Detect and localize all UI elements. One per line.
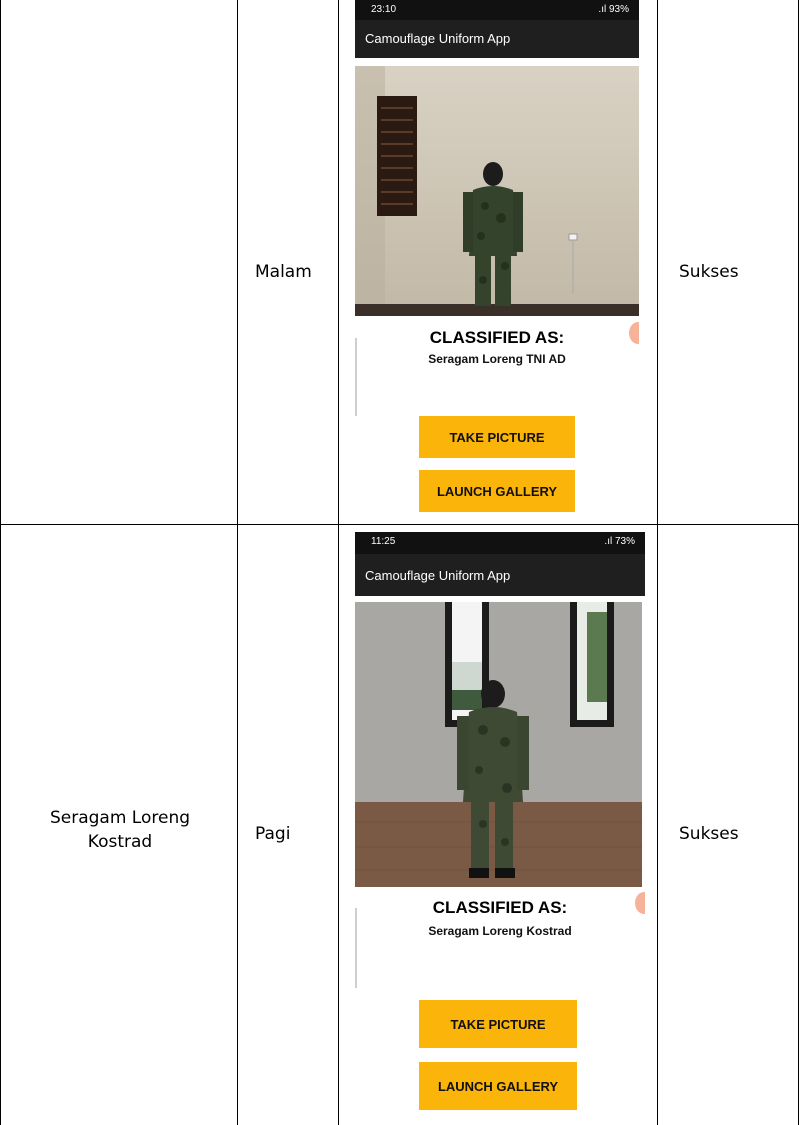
row1-app-screenshot: 23:10 .ıl 93% Camouflage Uniform App CLA… [355,0,639,520]
status-time: 23:10 [371,4,397,15]
classified-label: CLASSIFIED AS: [432,898,568,917]
app-bar: Camouflage Uniform App [355,20,639,58]
row1-result: Sukses [679,262,739,282]
status-battery: .ıl 93% [598,4,629,15]
app-title: Camouflage Uniform App [365,568,511,583]
app-title: Camouflage Uniform App [365,31,511,46]
classified-value: Seragam Loreng TNI AD [428,352,566,366]
row2-time: Pagi [255,824,291,844]
row2-app-screenshot: 11:25 .ıl 73% Camouflage Uniform App CLA… [355,532,645,1117]
scroll-edge [355,338,357,416]
table-border-right [798,0,799,1125]
table-border-left [0,0,1,1125]
table-col-divider-2 [338,0,339,1125]
captured-photo [355,66,639,316]
row1-time: Malam [255,262,312,282]
launch-gallery-button[interactable]: LAUNCH GALLERY [419,470,575,512]
status-battery: .ıl 73% [604,536,635,547]
take-picture-button[interactable]: TAKE PICTURE [419,1000,577,1048]
classified-value: Seragam Loreng Kostrad [428,924,572,938]
captured-photo [355,602,642,887]
take-picture-button[interactable]: TAKE PICTURE [419,416,575,458]
row2-result: Sukses [679,824,739,844]
status-time: 11:25 [371,536,396,547]
row2-label: Seragam Loreng Kostrad [20,806,220,854]
photo-soldier-night [355,66,639,316]
launch-gallery-button[interactable]: LAUNCH GALLERY [419,1062,577,1110]
table-col-divider-1 [237,0,238,1125]
status-bar: 23:10 .ıl 93% [355,0,639,20]
photo-soldier-morning [355,602,642,887]
scroll-edge [355,908,357,988]
table-row-divider [0,524,799,525]
table-col-divider-3 [657,0,658,1125]
classified-label: CLASSIFIED AS: [429,328,565,347]
row2-label-text: Seragam Loreng Kostrad [49,808,191,852]
status-bar: 11:25 .ıl 73% [355,532,645,554]
app-bar: Camouflage Uniform App [355,554,645,596]
